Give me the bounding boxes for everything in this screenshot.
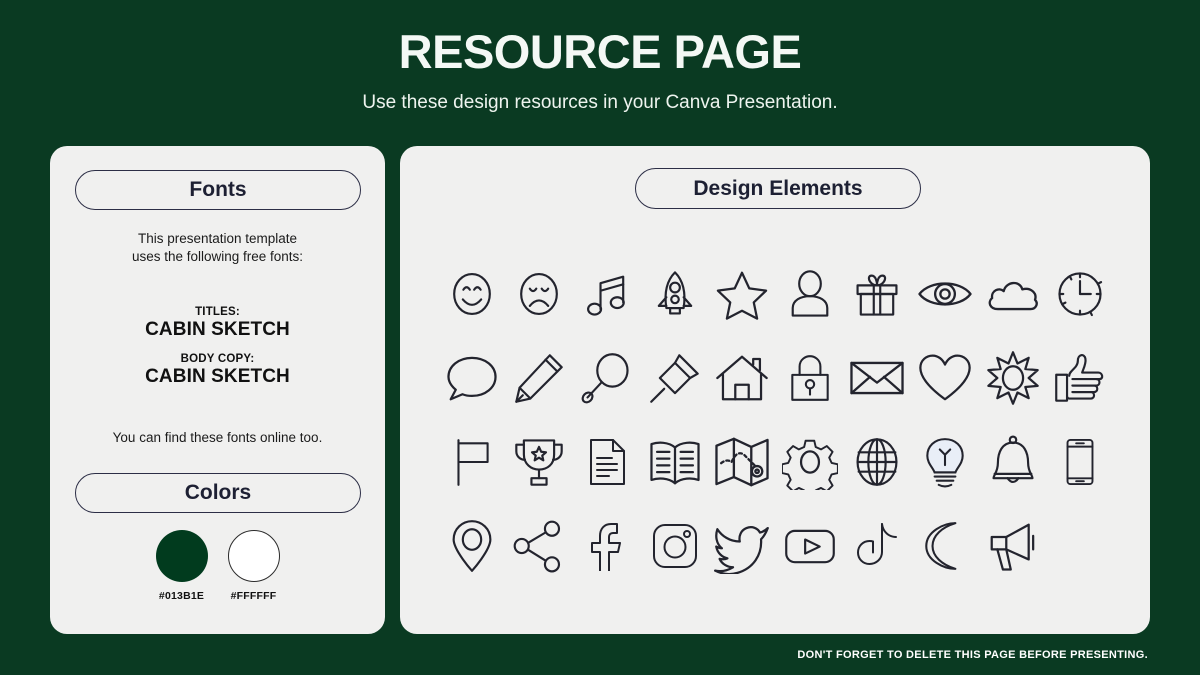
eye-icon[interactable] xyxy=(911,262,979,326)
smartphone-icon[interactable] xyxy=(1046,430,1114,494)
star-icon[interactable] xyxy=(708,262,776,326)
heart-icon[interactable] xyxy=(911,346,979,410)
white-hex-label: #FFFFFF xyxy=(230,590,277,602)
fonts-intro-text: This presentation template uses the foll… xyxy=(50,230,385,266)
color-swatch-item: #FFFFFF xyxy=(223,530,285,602)
person-icon[interactable] xyxy=(776,262,844,326)
map-pin-icon[interactable] xyxy=(438,514,506,578)
body-font-block: BODY COPY: CABIN SKETCH xyxy=(50,353,385,388)
facebook-icon[interactable] xyxy=(573,514,641,578)
body-font-label: BODY COPY: xyxy=(180,353,255,365)
moon-icon[interactable] xyxy=(911,514,979,578)
color-swatch-list: #013B1E #FFFFFF xyxy=(50,530,385,602)
envelope-icon[interactable] xyxy=(844,346,912,410)
white-swatch xyxy=(227,530,280,582)
instagram-icon[interactable] xyxy=(641,514,709,578)
lock-icon[interactable] xyxy=(776,346,844,410)
globe-icon[interactable] xyxy=(844,430,912,494)
fonts-section-pill: Fonts xyxy=(75,170,361,210)
gear-icon[interactable] xyxy=(776,430,844,494)
color-swatch-item: #013B1E xyxy=(151,530,213,602)
twitter-icon[interactable] xyxy=(708,514,776,578)
lightbulb-icon[interactable] xyxy=(911,430,979,494)
titles-font-block: TITLES: CABIN SKETCH xyxy=(50,306,385,341)
pencil-icon[interactable] xyxy=(506,346,574,410)
music-note-icon[interactable] xyxy=(573,262,641,326)
fonts-online-note: You can find these fonts online too. xyxy=(112,430,323,445)
design-elements-icon-grid xyxy=(438,262,1114,578)
bell-icon[interactable] xyxy=(979,430,1047,494)
page-subtitle: Use these design resources in your Canva… xyxy=(362,92,838,113)
pushpin-icon[interactable] xyxy=(641,346,709,410)
gift-icon[interactable] xyxy=(844,262,912,326)
body-font-name: CABIN SKETCH xyxy=(145,366,290,387)
design-elements-pill: Design Elements xyxy=(635,168,921,209)
share-icon[interactable] xyxy=(506,514,574,578)
sun-icon[interactable] xyxy=(979,346,1047,410)
page-title: RESOURCE PAGE xyxy=(398,25,802,78)
colors-pill-label: Colors xyxy=(184,481,252,504)
magnifying-glass-icon[interactable] xyxy=(573,346,641,410)
titles-font-name: CABIN SKETCH xyxy=(145,319,290,340)
flag-icon[interactable] xyxy=(438,430,506,494)
smiley-face-icon[interactable] xyxy=(438,262,506,326)
house-icon[interactable] xyxy=(708,346,776,410)
design-elements-pill-label: Design Elements xyxy=(693,176,863,200)
titles-font-label: TITLES: xyxy=(195,306,240,318)
primary-green-swatch xyxy=(155,530,208,582)
colors-section-pill: Colors xyxy=(75,473,361,513)
design-elements-panel: Design Elements xyxy=(400,146,1150,634)
rocket-icon[interactable] xyxy=(641,262,709,326)
youtube-icon[interactable] xyxy=(776,514,844,578)
document-icon[interactable] xyxy=(573,430,641,494)
fonts-and-colors-panel: Fonts This presentation template uses th… xyxy=(50,146,385,634)
cloud-icon[interactable] xyxy=(979,262,1047,326)
fonts-pill-label: Fonts xyxy=(189,178,247,201)
delete-page-reminder: DON'T FORGET TO DELETE THIS PAGE BEFORE … xyxy=(797,649,1148,661)
primary-green-hex-label: #013B1E xyxy=(158,590,205,602)
speech-bubble-icon[interactable] xyxy=(438,346,506,410)
fonts-intro-line-2: uses the following free fonts: xyxy=(131,248,304,264)
clock-icon[interactable] xyxy=(1046,262,1114,326)
open-book-icon[interactable] xyxy=(641,430,709,494)
thumbs-up-icon[interactable] xyxy=(1046,346,1114,410)
map-icon[interactable] xyxy=(708,430,776,494)
trophy-icon[interactable] xyxy=(506,430,574,494)
tiktok-icon[interactable] xyxy=(844,514,912,578)
megaphone-icon[interactable] xyxy=(979,514,1047,578)
resource-page-slide: RESOURCE PAGE Use these design resources… xyxy=(0,0,1200,675)
sad-face-icon[interactable] xyxy=(506,262,574,326)
fonts-intro-line-1: This presentation template xyxy=(137,231,298,246)
